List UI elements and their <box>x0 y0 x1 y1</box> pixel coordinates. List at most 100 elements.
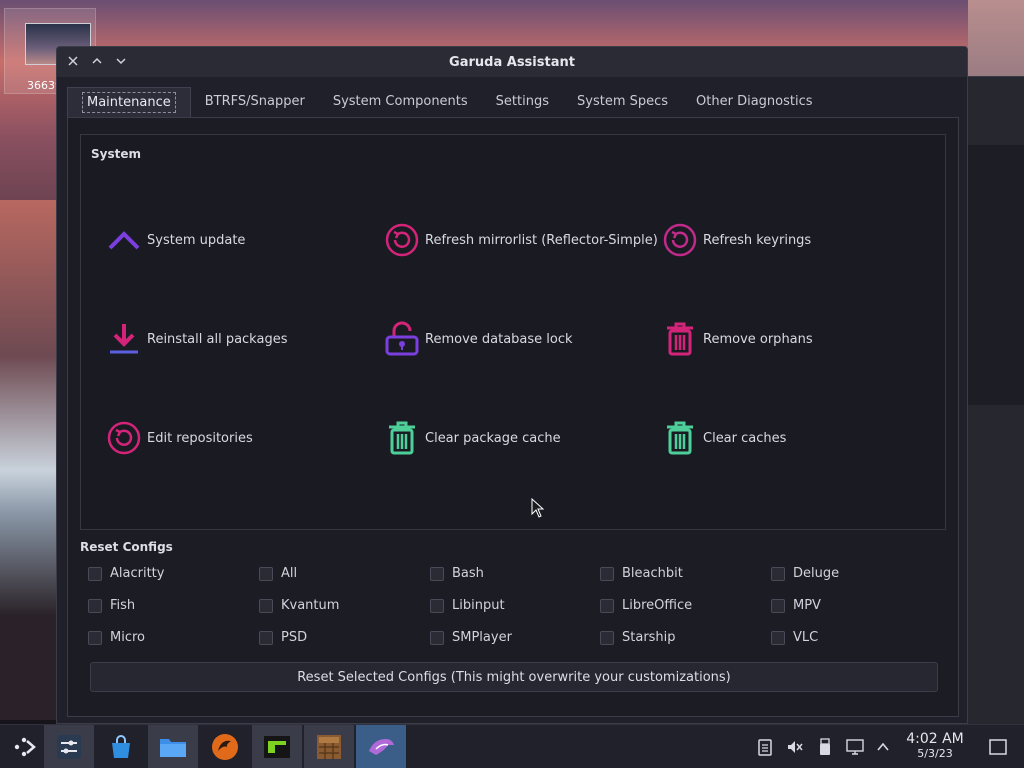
trash-icon <box>667 421 693 455</box>
show-desktop-icon <box>989 739 1007 755</box>
system-update-button[interactable]: System update <box>105 221 245 259</box>
checkbox-box[interactable] <box>600 566 614 581</box>
remove-db-lock-label: Remove database lock <box>425 331 573 347</box>
unlock-icon <box>385 321 419 356</box>
usb-tray[interactable] <box>815 737 835 757</box>
maintenance-panel: System System update Refresh mirrorlist … <box>67 117 959 717</box>
system-group: System System update Refresh mirrorlist … <box>80 134 946 530</box>
checkbox-box[interactable] <box>259 598 273 613</box>
task-minecraft-launcher[interactable] <box>304 725 354 768</box>
mouse-cursor-icon <box>531 498 545 518</box>
terminal-icon <box>264 736 290 758</box>
tab-maintenance[interactable]: Maintenance <box>67 87 191 117</box>
checkbox-box[interactable] <box>430 566 444 581</box>
checkbox-box[interactable] <box>430 630 444 645</box>
checkbox-box[interactable] <box>771 598 785 613</box>
checkbox-box[interactable] <box>259 566 273 581</box>
network-tray[interactable] <box>845 737 865 757</box>
trash-icon <box>667 322 693 356</box>
title-bar[interactable]: Garuda Assistant <box>57 47 967 77</box>
checkbox-alacritty[interactable]: Alacritty <box>88 566 164 581</box>
checkbox-box[interactable] <box>430 598 444 613</box>
checkbox-fish[interactable]: Fish <box>88 598 135 613</box>
checkbox-vlc[interactable]: VLC <box>771 630 818 645</box>
remove-orphans-button[interactable]: Remove orphans <box>661 320 813 358</box>
chevron-up-icon <box>92 57 102 64</box>
checkbox-deluge[interactable]: Deluge <box>771 566 839 581</box>
refresh-keyrings-button[interactable]: Refresh keyrings <box>661 221 811 259</box>
checkbox-smplayer[interactable]: SMPlayer <box>430 630 512 645</box>
tab-settings[interactable]: Settings <box>482 87 563 117</box>
checkbox-label: Deluge <box>793 566 840 581</box>
clear-package-cache-button[interactable]: Clear package cache <box>383 419 561 457</box>
show-desktop-button[interactable] <box>988 737 1008 757</box>
system-group-title: System <box>91 147 141 161</box>
refresh-icon <box>107 421 141 455</box>
clipboard-tray[interactable] <box>755 737 775 757</box>
checkbox-psd[interactable]: PSD <box>259 630 307 645</box>
clock[interactable]: 4:02 AM 5/3/23 <box>900 731 970 760</box>
edit-repositories-label: Edit repositories <box>147 430 253 446</box>
clock-time: 4:02 AM <box>906 731 964 747</box>
checkbox-label: Kvantum <box>281 598 340 613</box>
checkbox-box[interactable] <box>88 566 102 581</box>
checkbox-kvantum[interactable]: Kvantum <box>259 598 339 613</box>
trash-icon <box>389 421 415 455</box>
usb-drive-icon <box>820 738 830 755</box>
taskbar: 4:02 AM 5/3/23 <box>0 724 1024 768</box>
reinstall-packages-label: Reinstall all packages <box>147 331 288 347</box>
checkbox-label: SMPlayer <box>452 630 512 645</box>
refresh-mirrorlist-label: Refresh mirrorlist (Reflector-Simple) <box>425 232 658 248</box>
clock-date: 5/3/23 <box>917 747 953 760</box>
refresh-icon <box>385 223 419 257</box>
checkbox-mpv[interactable]: MPV <box>771 598 821 613</box>
tray-expand-button[interactable] <box>873 737 893 757</box>
clear-caches-label: Clear caches <box>703 430 787 446</box>
store-bag-icon <box>112 735 130 758</box>
volume-tray[interactable] <box>785 737 805 757</box>
app-launcher-button[interactable] <box>0 725 50 768</box>
close-button[interactable] <box>65 53 81 69</box>
tab-other-diagnostics[interactable]: Other Diagnostics <box>682 87 826 117</box>
checkbox-box[interactable] <box>600 630 614 645</box>
checkbox-box[interactable] <box>771 566 785 581</box>
checkbox-starship[interactable]: Starship <box>600 630 676 645</box>
checkbox-micro[interactable]: Micro <box>88 630 145 645</box>
task-garuda-welcome[interactable] <box>356 725 406 768</box>
chevron-up-icon <box>108 231 140 250</box>
checkbox-label: MPV <box>793 598 821 613</box>
reset-selected-configs-button[interactable]: Reset Selected Configs (This might overw… <box>90 662 938 692</box>
checkbox-label: Bleachbit <box>622 566 683 581</box>
tab-system-components[interactable]: System Components <box>319 87 482 117</box>
checkbox-box[interactable] <box>88 598 102 613</box>
remove-db-lock-button[interactable]: Remove database lock <box>383 320 573 358</box>
tab-btrfs-snapper[interactable]: BTRFS/Snapper <box>191 87 319 117</box>
checkbox-box[interactable] <box>600 598 614 613</box>
checkbox-bash[interactable]: Bash <box>430 566 484 581</box>
reinstall-packages-button[interactable]: Reinstall all packages <box>105 320 287 358</box>
edit-repositories-button[interactable]: Edit repositories <box>105 419 253 457</box>
task-garuda-assistant[interactable] <box>44 725 94 768</box>
tab-system-specs[interactable]: System Specs <box>563 87 682 117</box>
clear-caches-button[interactable]: Clear caches <box>661 419 786 457</box>
checkbox-label: Starship <box>622 630 676 645</box>
checkbox-box[interactable] <box>259 630 273 645</box>
garuda-launcher-icon <box>14 737 36 757</box>
clear-package-cache-label: Clear package cache <box>425 430 561 446</box>
checkbox-bleachbit[interactable]: Bleachbit <box>600 566 683 581</box>
refresh-mirrorlist-button[interactable]: Refresh mirrorlist (Reflector-Simple) <box>383 221 658 259</box>
maximize-button[interactable] <box>89 53 105 69</box>
task-file-manager[interactable] <box>148 725 198 768</box>
checkbox-libinput[interactable]: Libinput <box>430 598 505 613</box>
task-app-store[interactable] <box>96 725 146 768</box>
checkbox-box[interactable] <box>88 630 102 645</box>
garuda-assistant-window: Garuda Assistant Maintenance BTRFS/Snapp… <box>56 46 968 724</box>
minimize-button[interactable] <box>113 53 129 69</box>
checkbox-all[interactable]: All <box>259 566 297 581</box>
background-window[interactable] <box>968 76 1024 724</box>
checkbox-box[interactable] <box>771 630 785 645</box>
task-firedragon-browser[interactable] <box>200 725 250 768</box>
task-green-app[interactable] <box>252 725 302 768</box>
download-icon <box>110 324 138 354</box>
checkbox-libreoffice[interactable]: LibreOffice <box>600 598 692 613</box>
